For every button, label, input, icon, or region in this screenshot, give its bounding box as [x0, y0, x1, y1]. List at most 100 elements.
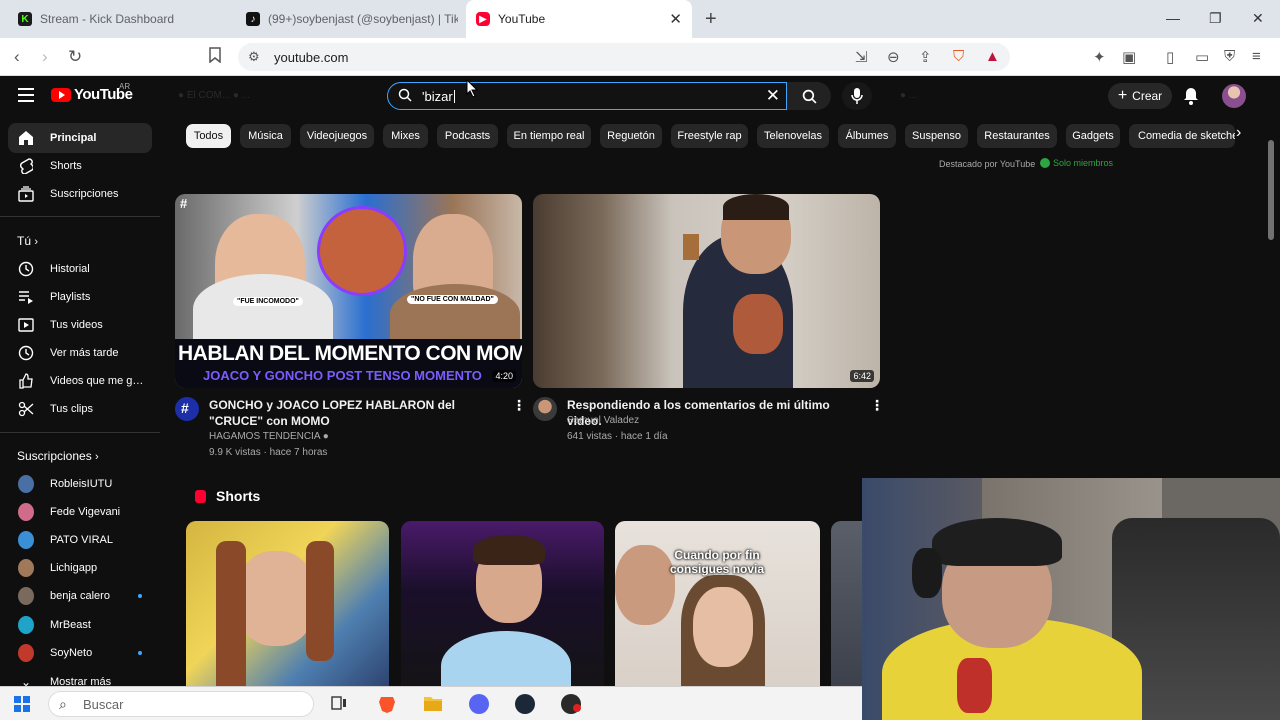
sidebar-show-more[interactable]: ⌄ Mostrar más	[8, 667, 152, 686]
short-thumbnail[interactable]	[401, 521, 604, 696]
shorts-icon	[18, 158, 34, 174]
chip-restaurantes[interactable]: Restaurantes	[977, 124, 1057, 148]
sidebar-channel[interactable]: PATO VIRAL	[8, 525, 152, 555]
sidebar-item-your-videos[interactable]: Tus videos	[8, 310, 152, 340]
sidebar-toggle-icon[interactable]: ▯	[1166, 48, 1174, 66]
chip-albumes[interactable]: Álbumes	[838, 124, 896, 148]
site-settings-icon[interactable]: ⚙	[248, 49, 260, 65]
sidebar-item-watch-later[interactable]: Ver más tarde	[8, 338, 152, 368]
chip-freestyle-rap[interactable]: Freestyle rap	[671, 124, 748, 148]
members-only-badge: Solo miembros	[1040, 158, 1113, 168]
reload-icon[interactable]: ↻	[68, 47, 82, 67]
notifications-bell-icon[interactable]	[1183, 87, 1199, 110]
youtube-logo[interactable]: YouTube AR	[51, 82, 133, 103]
chip-mixes[interactable]: Mixes	[383, 124, 428, 148]
chip-telenovelas[interactable]: Telenovelas	[757, 124, 829, 148]
video-menu-icon[interactable]: ⋮	[512, 397, 526, 414]
taskbar-search-field[interactable]: ⌕ Buscar	[48, 691, 314, 717]
task-view-icon[interactable]	[330, 694, 350, 714]
zoom-icon[interactable]: ⊖	[887, 48, 900, 66]
page-scrollbar[interactable]	[1268, 140, 1274, 240]
search-icon: ⌕	[59, 696, 67, 712]
tab-youtube[interactable]: ▶ YouTube ✕	[466, 0, 692, 38]
brave-browser-icon[interactable]	[377, 694, 397, 714]
you-section-heading[interactable]: Tú ›	[17, 234, 38, 248]
restore-icon[interactable]: ❐	[1209, 10, 1222, 27]
sidebar-channel[interactable]: Fede Vigevani	[8, 497, 152, 527]
sidebar-channel[interactable]: Lichigapp	[8, 553, 152, 583]
obs-icon[interactable]	[561, 694, 581, 714]
chip-musica[interactable]: Música	[240, 124, 291, 148]
tab-kick[interactable]: K Stream - Kick Dashboard	[8, 4, 238, 34]
microphone-icon	[851, 88, 863, 104]
short-thumbnail[interactable]	[186, 521, 389, 696]
wallet-icon[interactable]: ▭	[1195, 48, 1209, 66]
sidebar-item-home[interactable]: Principal	[8, 123, 152, 153]
steam-icon[interactable]	[515, 694, 535, 714]
sidebar-item-subscriptions[interactable]: Suscripciones	[8, 179, 152, 209]
channel-name[interactable]: Samuel Valadez	[567, 415, 639, 426]
sidebar-item-label: Tus videos	[50, 319, 103, 331]
chip-videojuegos[interactable]: Videojuegos	[300, 124, 374, 148]
short-thumbnail[interactable]: Cuando por fin consigues novia	[615, 521, 820, 696]
close-tab-icon[interactable]: ✕	[669, 10, 682, 28]
voice-search-button[interactable]	[842, 82, 872, 110]
sidebar-channel[interactable]: RobleisIUTU	[8, 469, 152, 499]
back-icon[interactable]: ‹	[14, 47, 20, 67]
brave-rewards-icon[interactable]: ▲	[985, 48, 1000, 65]
windows-start-icon[interactable]	[14, 696, 30, 717]
channel-avatar	[18, 559, 34, 577]
sidebar-channel[interactable]: MrBeast	[8, 610, 152, 640]
file-explorer-icon[interactable]	[423, 694, 443, 714]
share-icon[interactable]: ⇪	[919, 48, 932, 66]
channel-avatar[interactable]: #	[175, 397, 199, 421]
hamburger-menu-icon[interactable]	[18, 88, 34, 106]
minimize-icon[interactable]: —	[1166, 10, 1180, 26]
sidebar-item-shorts[interactable]: Shorts	[8, 151, 152, 181]
video-title[interactable]: GONCHO y JOACO LOPEZ HABLARON del "CRUCE…	[209, 397, 499, 429]
subs-heading-text: Suscripciones	[17, 449, 92, 463]
close-window-icon[interactable]: ✕	[1252, 10, 1264, 27]
install-app-icon[interactable]: ⇲	[855, 48, 868, 66]
video-duration: 4:20	[492, 370, 516, 382]
discord-icon[interactable]	[469, 694, 489, 714]
chip-comedia[interactable]: Comedia de sketche	[1129, 124, 1235, 148]
sidebar-item-label: Tus clips	[50, 403, 93, 415]
bookmark-icon[interactable]	[208, 47, 222, 68]
chip-gadgets[interactable]: Gadgets	[1066, 124, 1120, 148]
channel-avatar[interactable]	[533, 397, 557, 421]
video-thumbnail[interactable]: # "FUE INCOMODO" "NO FUE CON MALDAD" HAB…	[175, 194, 522, 388]
vpn-icon[interactable]: ⛨	[1224, 48, 1235, 65]
sidebar-item-history[interactable]: Historial	[8, 254, 152, 284]
sidebar-channel[interactable]: benja calero	[8, 581, 152, 611]
new-tab-icon[interactable]: +	[705, 8, 717, 31]
sidebar-item-label: Playlists	[50, 291, 91, 303]
chips-next-icon[interactable]: ›	[1236, 124, 1241, 142]
video-menu-icon[interactable]: ⋮	[870, 397, 884, 414]
create-button[interactable]: + Crear	[1108, 83, 1172, 109]
forward-icon[interactable]: ›	[42, 47, 48, 67]
menu-icon[interactable]: ≡	[1252, 48, 1261, 65]
extensions-icon[interactable]: ✦	[1093, 48, 1106, 66]
search-button[interactable]	[787, 82, 831, 110]
tab-tiktok[interactable]: ♪ (99+)soybenjast (@soybenjast) | TikTok	[236, 4, 466, 34]
subscriptions-section-heading[interactable]: Suscripciones ›	[17, 449, 99, 463]
sidebar-item-clips[interactable]: Tus clips	[8, 394, 152, 424]
video-thumbnail[interactable]: 6:42	[533, 194, 880, 388]
video-channel[interactable]: HAGAMOS TENDENCIA ●	[209, 431, 329, 442]
reader-icon[interactable]: ▣	[1122, 48, 1136, 66]
thumbnail-image	[236, 551, 316, 646]
sidebar-item-liked-videos[interactable]: Videos que me gu...	[8, 366, 152, 396]
chip-todos[interactable]: Todos	[186, 124, 231, 148]
chip-regueton[interactable]: Reguetón	[600, 124, 662, 148]
account-avatar[interactable]	[1222, 84, 1246, 108]
sidebar-item-playlists[interactable]: Playlists	[8, 282, 152, 312]
brave-shield-icon[interactable]: ⛉	[953, 48, 964, 65]
chip-en-tiempo-real[interactable]: En tiempo real	[507, 124, 591, 148]
chip-podcasts[interactable]: Podcasts	[437, 124, 498, 148]
short-thumbnail[interactable]	[831, 521, 862, 696]
sidebar-channel[interactable]: SoyNeto	[8, 638, 152, 668]
search-input[interactable]: 'bizar ✕	[387, 82, 787, 110]
clear-search-icon[interactable]: ✕	[766, 86, 780, 106]
chip-suspenso[interactable]: Suspenso	[905, 124, 968, 148]
